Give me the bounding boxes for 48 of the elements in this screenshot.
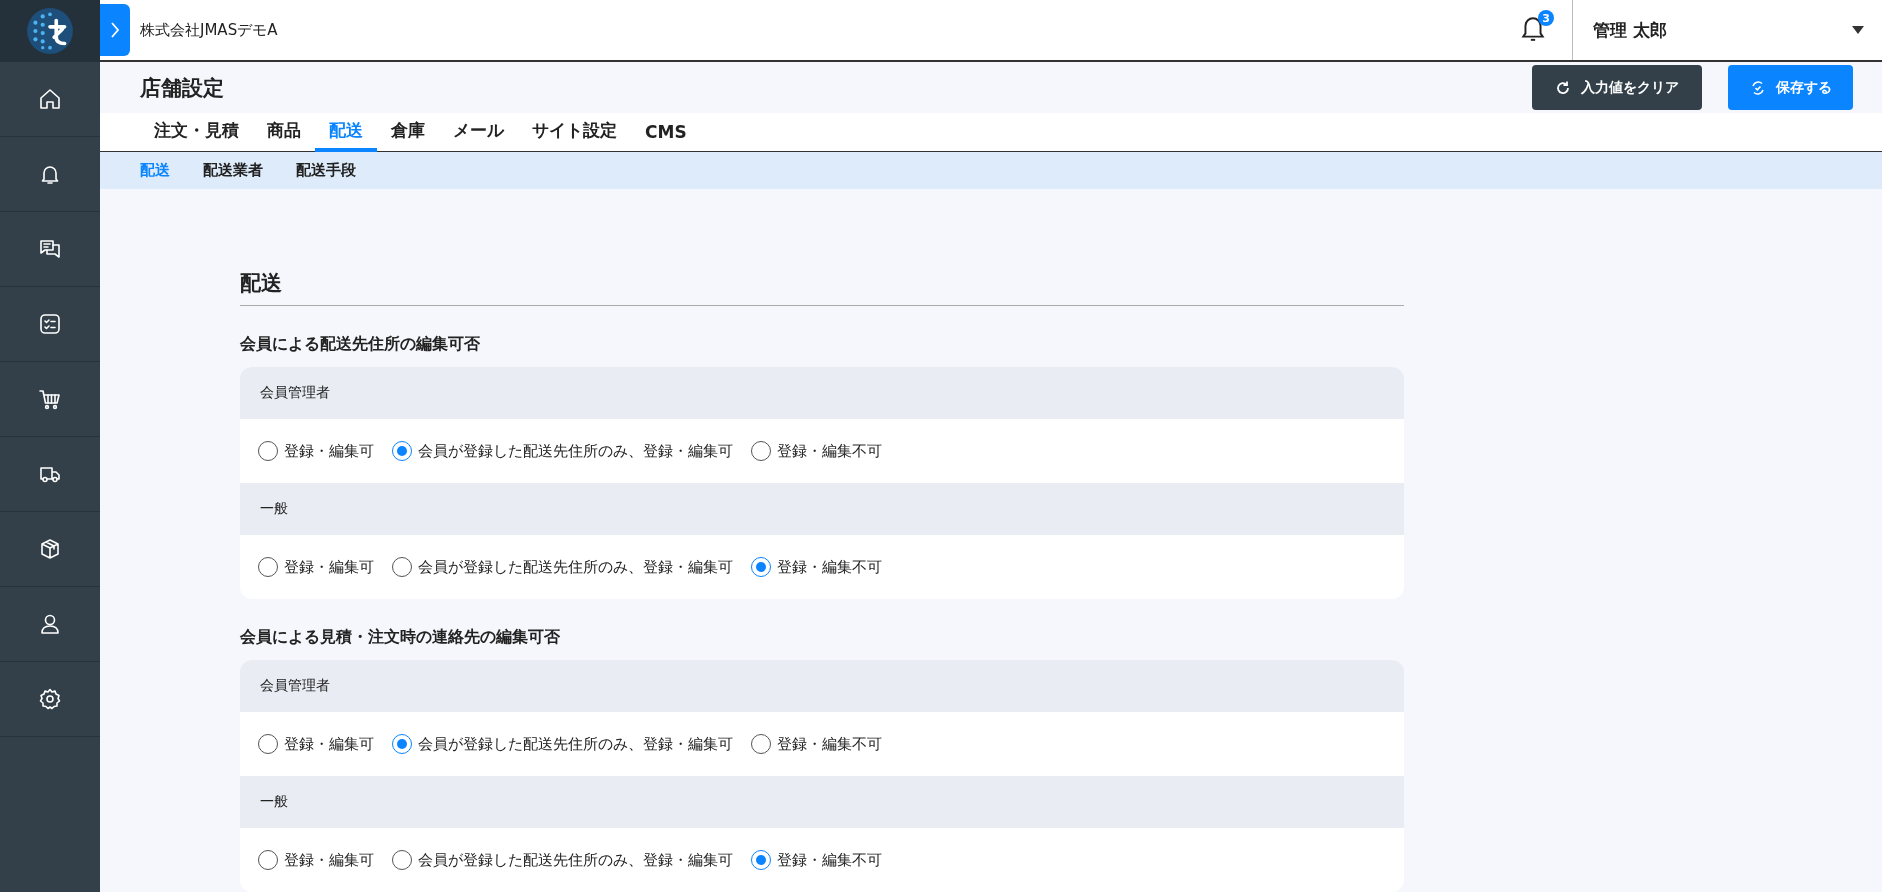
notification-badge: 3 [1538,10,1554,26]
radio-option[interactable]: 登録・編集可 [258,441,374,461]
group-title: 会員による配送先住所の編集可否 [240,334,481,355]
chevron-right-icon [110,21,120,39]
radio-option[interactable]: 登録・編集可 [258,557,374,577]
save-button[interactable]: 保存する [1728,65,1853,111]
radio-option[interactable]: 会員が登録した配送先住所のみ、登録・編集可 [392,557,733,577]
logo-icon [25,6,75,56]
tab[interactable]: サイト設定 [518,118,631,152]
sync-check-icon [1749,79,1766,96]
row-label: 会員管理者 [260,677,330,695]
radio-option[interactable]: 登録・編集可 [258,734,374,754]
user-menu[interactable]: 管理 太郎 [1572,0,1882,60]
radio-option[interactable]: 登録・編集不可 [751,734,882,754]
checklist-icon [38,312,62,336]
section-title: 配送 [240,269,1404,306]
company-name: 株式会社JMASデモA [140,20,278,40]
refresh-icon [1555,79,1571,96]
tab[interactable]: 注文・見積 [140,118,253,152]
user-name: 管理 太郎 [1593,18,1667,42]
tab[interactable]: 倉庫 [377,118,439,152]
radio-option[interactable]: 登録・編集不可 [751,850,882,870]
tab[interactable]: 商品 [253,118,315,152]
settings-icon [38,687,62,711]
box-icon [38,537,62,561]
home-icon [38,87,62,111]
notification-button[interactable]: 3 [1514,8,1552,52]
subtab[interactable]: 配送業者 [203,160,263,180]
clear-button[interactable]: 入力値をクリア [1532,65,1702,111]
radio-option[interactable]: 登録・編集不可 [751,441,882,461]
group-title: 会員による見積・注文時の連絡先の編集可否 [240,627,561,648]
row-label: 会員管理者 [260,384,330,402]
radio-option[interactable]: 登録・編集可 [258,850,374,870]
subtab[interactable]: 配送手段 [296,160,356,180]
row-label: 一般 [260,500,288,518]
radio-option[interactable]: 会員が登録した配送先住所のみ、登録・編集可 [392,734,733,754]
radio-option[interactable]: 会員が登録した配送先住所のみ、登録・編集可 [392,850,733,870]
user-icon [38,612,62,636]
caret-icon [1852,26,1864,34]
page-title: 店舗設定 [140,74,224,102]
radio-option[interactable]: 登録・編集不可 [751,557,882,577]
row-label: 一般 [260,793,288,811]
tab[interactable]: CMS [631,121,701,152]
chat-icon [38,237,62,261]
radio-option[interactable]: 会員が登録した配送先住所のみ、登録・編集可 [392,441,733,461]
cart-icon [38,387,62,411]
expand-button[interactable] [100,4,130,56]
tab[interactable]: メール [439,118,518,152]
